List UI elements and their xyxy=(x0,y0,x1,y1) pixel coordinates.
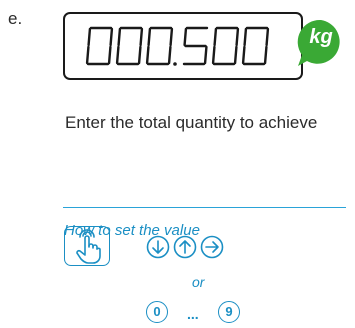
section-divider xyxy=(63,207,346,208)
arrow-down-icon[interactable] xyxy=(146,235,170,259)
digit-9-key[interactable]: 9 xyxy=(218,301,240,323)
value-display xyxy=(63,12,303,80)
touch-button[interactable] xyxy=(64,226,110,266)
digit-0 xyxy=(211,26,240,66)
digit-0 xyxy=(241,26,270,66)
digit-0 xyxy=(145,26,174,66)
step-letter: e. xyxy=(8,9,23,28)
unit-label: kg xyxy=(309,26,333,48)
seven-segment-readout xyxy=(85,26,270,66)
unit-badge: kg xyxy=(296,18,346,68)
digit-5 xyxy=(182,26,209,66)
digit-ellipsis: ... xyxy=(187,306,199,322)
arrow-right-icon[interactable] xyxy=(200,235,224,259)
or-label: or xyxy=(192,274,205,290)
digit-0 xyxy=(85,26,114,66)
hand-touch-icon xyxy=(76,229,101,264)
arrow-up-icon[interactable] xyxy=(173,235,197,259)
instruction-text: Enter the total quantity to achieve xyxy=(65,113,318,132)
digit-0-key[interactable]: 0 xyxy=(146,301,168,323)
digit-0 xyxy=(115,26,144,66)
decimal-point xyxy=(173,62,177,66)
